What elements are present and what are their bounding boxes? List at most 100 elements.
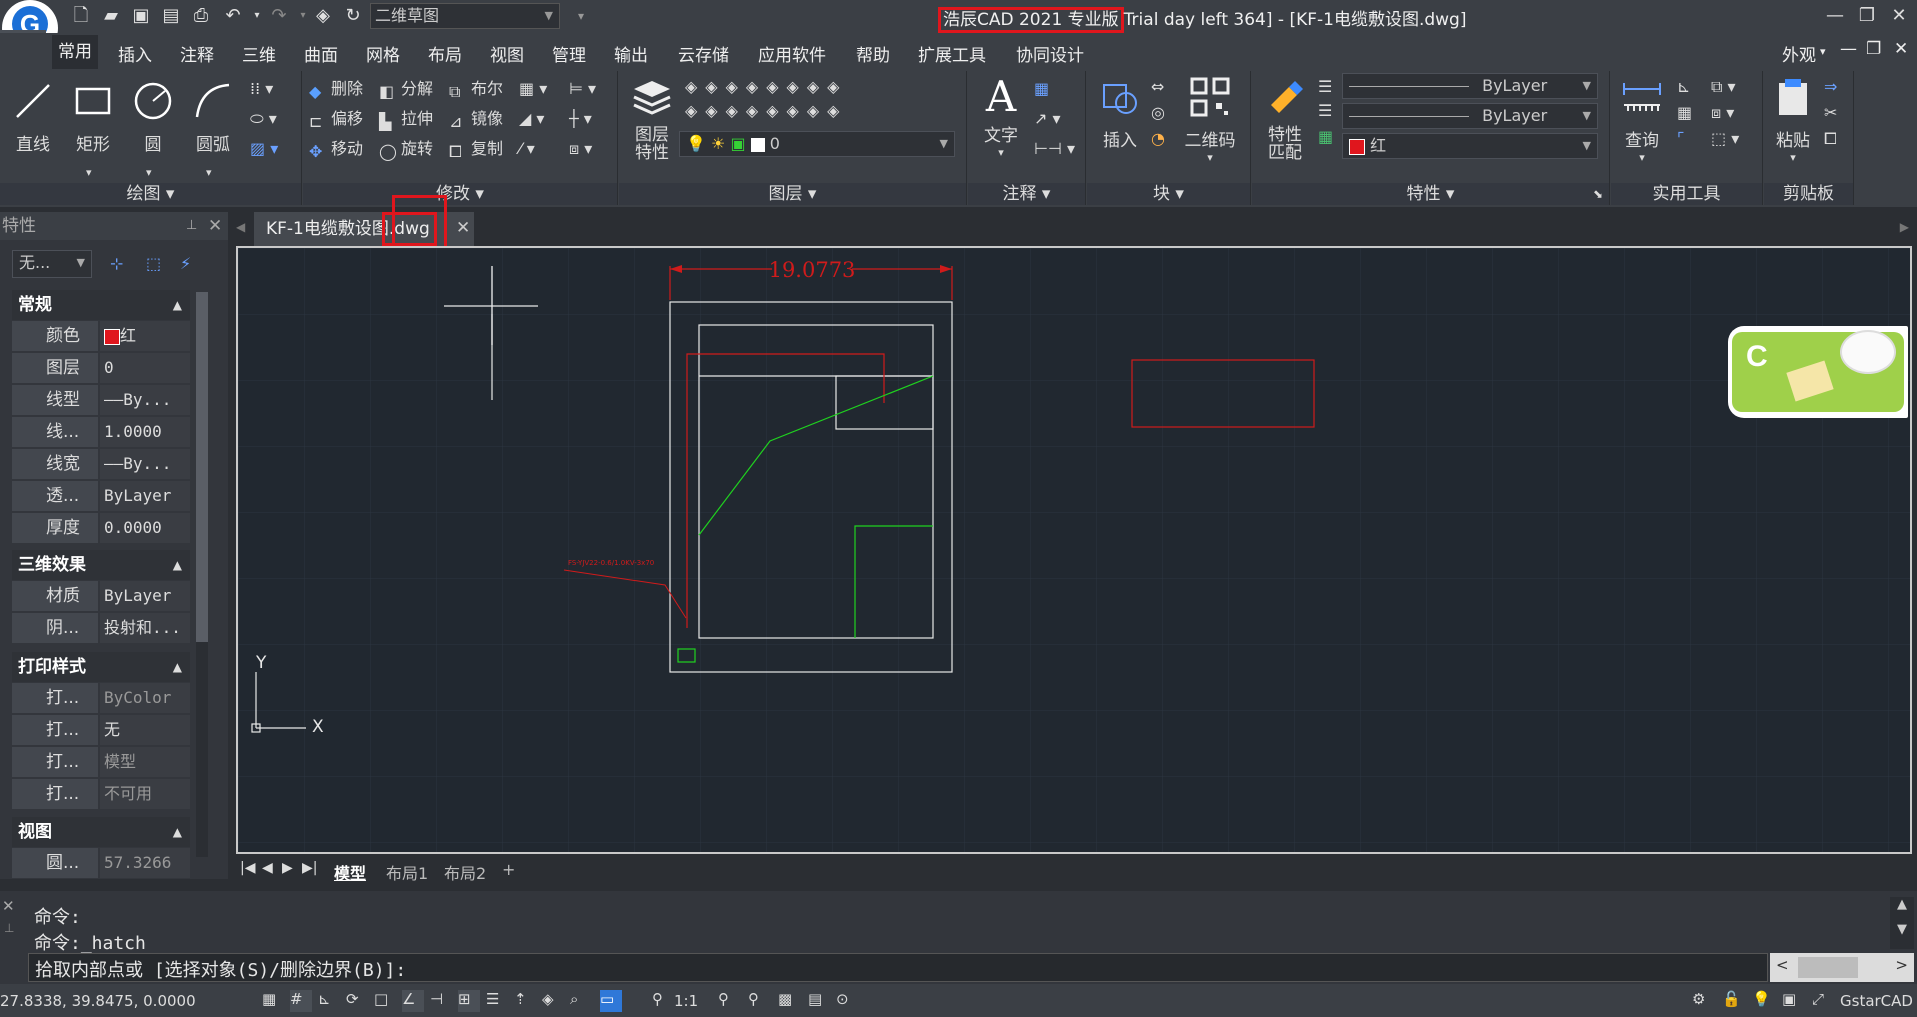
copy-button[interactable]: ⧠ 复制: [449, 137, 503, 161]
menu-help[interactable]: 帮助: [856, 41, 890, 66]
prop-row-lineweight[interactable]: 线宽 ——By...: [12, 449, 190, 479]
prop-row-plot-attached[interactable]: 打... 模型: [12, 747, 190, 777]
grid-points-icon[interactable]: ⁞⁞ ▾: [250, 77, 273, 101]
doc-restore-icon[interactable]: ❐: [1866, 39, 1881, 59]
layer-panel-title[interactable]: 图层 ▾: [619, 183, 966, 205]
lock-ui-icon[interactable]: 🔓: [1722, 990, 1744, 1012]
menu-surface[interactable]: 曲面: [304, 41, 338, 66]
open-file-icon[interactable]: ▰: [100, 4, 122, 28]
first-layout-icon[interactable]: |◀: [240, 860, 255, 876]
save-icon[interactable]: ▣: [130, 4, 152, 28]
layer-status-icon[interactable]: ◈: [542, 990, 564, 1012]
prop-row-center[interactable]: 圆... 57.3266: [12, 848, 190, 878]
modify-panel-title[interactable]: 修改 ▾: [303, 183, 617, 205]
selection-cycle-icon[interactable]: ⇡: [514, 990, 536, 1012]
layer-properties-button[interactable]: 图层 特性: [625, 75, 679, 162]
leader-icon[interactable]: ↗ ▾: [1034, 107, 1061, 131]
quick-select-icon[interactable]: ⚡: [180, 252, 191, 276]
menu-annotate[interactable]: 注释: [180, 41, 214, 66]
copy-base-icon[interactable]: ⧠: [1824, 127, 1837, 151]
draw-panel-title[interactable]: 绘图 ▾: [0, 183, 301, 205]
fullscreen-icon[interactable]: ⤢: [1812, 990, 1834, 1012]
close-window-button[interactable]: ✕: [1884, 4, 1914, 28]
clean-screen-icon[interactable]: ▣: [1782, 990, 1804, 1012]
prop-row-layer[interactable]: 图层 0: [12, 353, 190, 383]
rectangle-button[interactable]: 矩形: [66, 79, 120, 155]
current-layer-select[interactable]: 💡 ☀ ▣ 0 ▼: [679, 131, 955, 157]
prop-row-shadow[interactable]: 阴... 投射和...: [12, 613, 190, 643]
coordinate-icon[interactable]: ⊾: [1677, 75, 1690, 99]
prop-row-color[interactable]: 颜色 红: [12, 321, 190, 351]
minimize-button[interactable]: —: [1820, 4, 1850, 28]
prop-row-thickness[interactable]: 厚度 0.0000: [12, 513, 190, 543]
new-file-icon[interactable]: 🗋: [70, 4, 92, 28]
mirror-button[interactable]: ⊿ 镜像: [449, 107, 503, 131]
panel-launcher-icon[interactable]: ⬊: [1593, 183, 1603, 205]
menu-home[interactable]: 常用: [52, 35, 98, 69]
menu-extensions[interactable]: 扩展工具: [918, 41, 986, 66]
prop-row-ltscale[interactable]: 线... 1.0000: [12, 417, 190, 447]
align-icon[interactable]: ⊨ ▾: [569, 77, 596, 101]
prop-row-plot-type[interactable]: 打... 不可用: [12, 779, 190, 809]
arc-dropdown-icon[interactable]: ▾: [206, 161, 212, 185]
dynamic-input-icon[interactable]: ⊞: [458, 990, 480, 1012]
command-hscrollbar[interactable]: < >: [1770, 953, 1914, 982]
hscroll-left-icon[interactable]: <: [1776, 956, 1789, 974]
menu-apps[interactable]: 应用软件: [758, 41, 826, 66]
rect-dropdown-icon[interactable]: ▾: [86, 161, 92, 185]
close-command-icon[interactable]: ✕: [2, 897, 15, 915]
next-layout-icon[interactable]: ▶: [282, 860, 293, 876]
polar-icon[interactable]: ⟳: [346, 990, 368, 1012]
add-layout-button[interactable]: +: [502, 860, 515, 879]
workspace-select[interactable]: 二维草图 ▼: [370, 3, 560, 29]
undo-icon[interactable]: ↶: [222, 4, 244, 28]
save-as-icon[interactable]: ▤: [160, 4, 182, 28]
block-attr-icon[interactable]: ◔: [1151, 127, 1165, 151]
query-button[interactable]: 查询 ▾: [1615, 75, 1669, 164]
layer-tools-row2-icons[interactable]: ◈◈◈◈◈◈◈◈: [685, 99, 847, 123]
menu-insert[interactable]: 插入: [118, 41, 152, 66]
layers-icon[interactable]: ◈: [312, 4, 334, 28]
properties-scrollbar-thumb[interactable]: [196, 292, 208, 642]
menu-layout[interactable]: 布局: [428, 41, 462, 66]
circle-dropdown-icon[interactable]: ▾: [146, 161, 152, 185]
lineweight-select[interactable]: ByLayer ▼: [1342, 103, 1598, 129]
copy-clip-icon[interactable]: ⇒: [1824, 75, 1837, 99]
section-plot-style[interactable]: 打印样式 ▲: [12, 652, 190, 682]
offset-button[interactable]: ⊏ 偏移: [309, 107, 363, 131]
text-button[interactable]: A 文字 ▾: [974, 75, 1028, 160]
group-icon[interactable]: ⧈ ▾: [1711, 101, 1734, 125]
explode-button[interactable]: ◧ 分解: [379, 77, 433, 101]
properties-ribbon-title[interactable]: 特性 ▾ ⬊: [1252, 183, 1609, 205]
line-button[interactable]: 直线: [6, 79, 60, 155]
calculator-icon[interactable]: ▦: [1677, 101, 1692, 125]
layer-tools-row1-icons[interactable]: ◈◈◈◈◈◈◈◈: [685, 75, 847, 99]
scissors-icon[interactable]: ✂: [1824, 101, 1837, 125]
linetype-select[interactable]: ByLayer ▼: [1342, 73, 1598, 99]
drawing-svg[interactable]: 19.0773 FS-YJV22-0.6/1.0KV-3x70 Y X: [238, 248, 1910, 852]
color-select[interactable]: 红 ▼: [1342, 133, 1598, 159]
scroll-down-icon[interactable]: ▼: [1890, 922, 1914, 937]
insert-block-button[interactable]: 插入: [1093, 75, 1147, 151]
redo-dropdown-icon[interactable]: ▾: [292, 4, 314, 28]
customize-toolbar-icon[interactable]: ▾: [570, 4, 592, 28]
properties-scrollbar[interactable]: [196, 292, 208, 857]
move-button[interactable]: ✥ 移动: [309, 137, 363, 161]
close-palette-icon[interactable]: ✕: [208, 212, 222, 240]
lineweight-toggle-icon[interactable]: ☰: [486, 990, 508, 1012]
tabs-scroll-right-icon[interactable]: ▶: [1900, 220, 1909, 234]
select-cycle-icon[interactable]: ⧉ ▾: [1711, 75, 1736, 99]
doc-close-icon[interactable]: ✕: [1894, 39, 1908, 59]
last-layout-icon[interactable]: ▶|: [302, 860, 317, 876]
block-edit-icon[interactable]: ◎: [1151, 101, 1165, 125]
grid-display-icon[interactable]: ▦: [262, 990, 284, 1012]
redo-icon[interactable]: ↷: [268, 4, 290, 28]
hscroll-thumb[interactable]: [1798, 957, 1858, 978]
osnap-icon[interactable]: □: [374, 990, 396, 1012]
scale-icon[interactable]: ⧈ ▾: [569, 137, 592, 161]
toggle-pickadd-icon[interactable]: ⊹: [110, 252, 123, 276]
section-general[interactable]: 常规 ▲: [12, 290, 190, 320]
selection-select[interactable]: 无... ▼: [12, 250, 92, 278]
utilities-panel-title[interactable]: 实用工具: [1611, 183, 1762, 205]
point-icon[interactable]: ⬚ ▾: [1711, 127, 1739, 151]
